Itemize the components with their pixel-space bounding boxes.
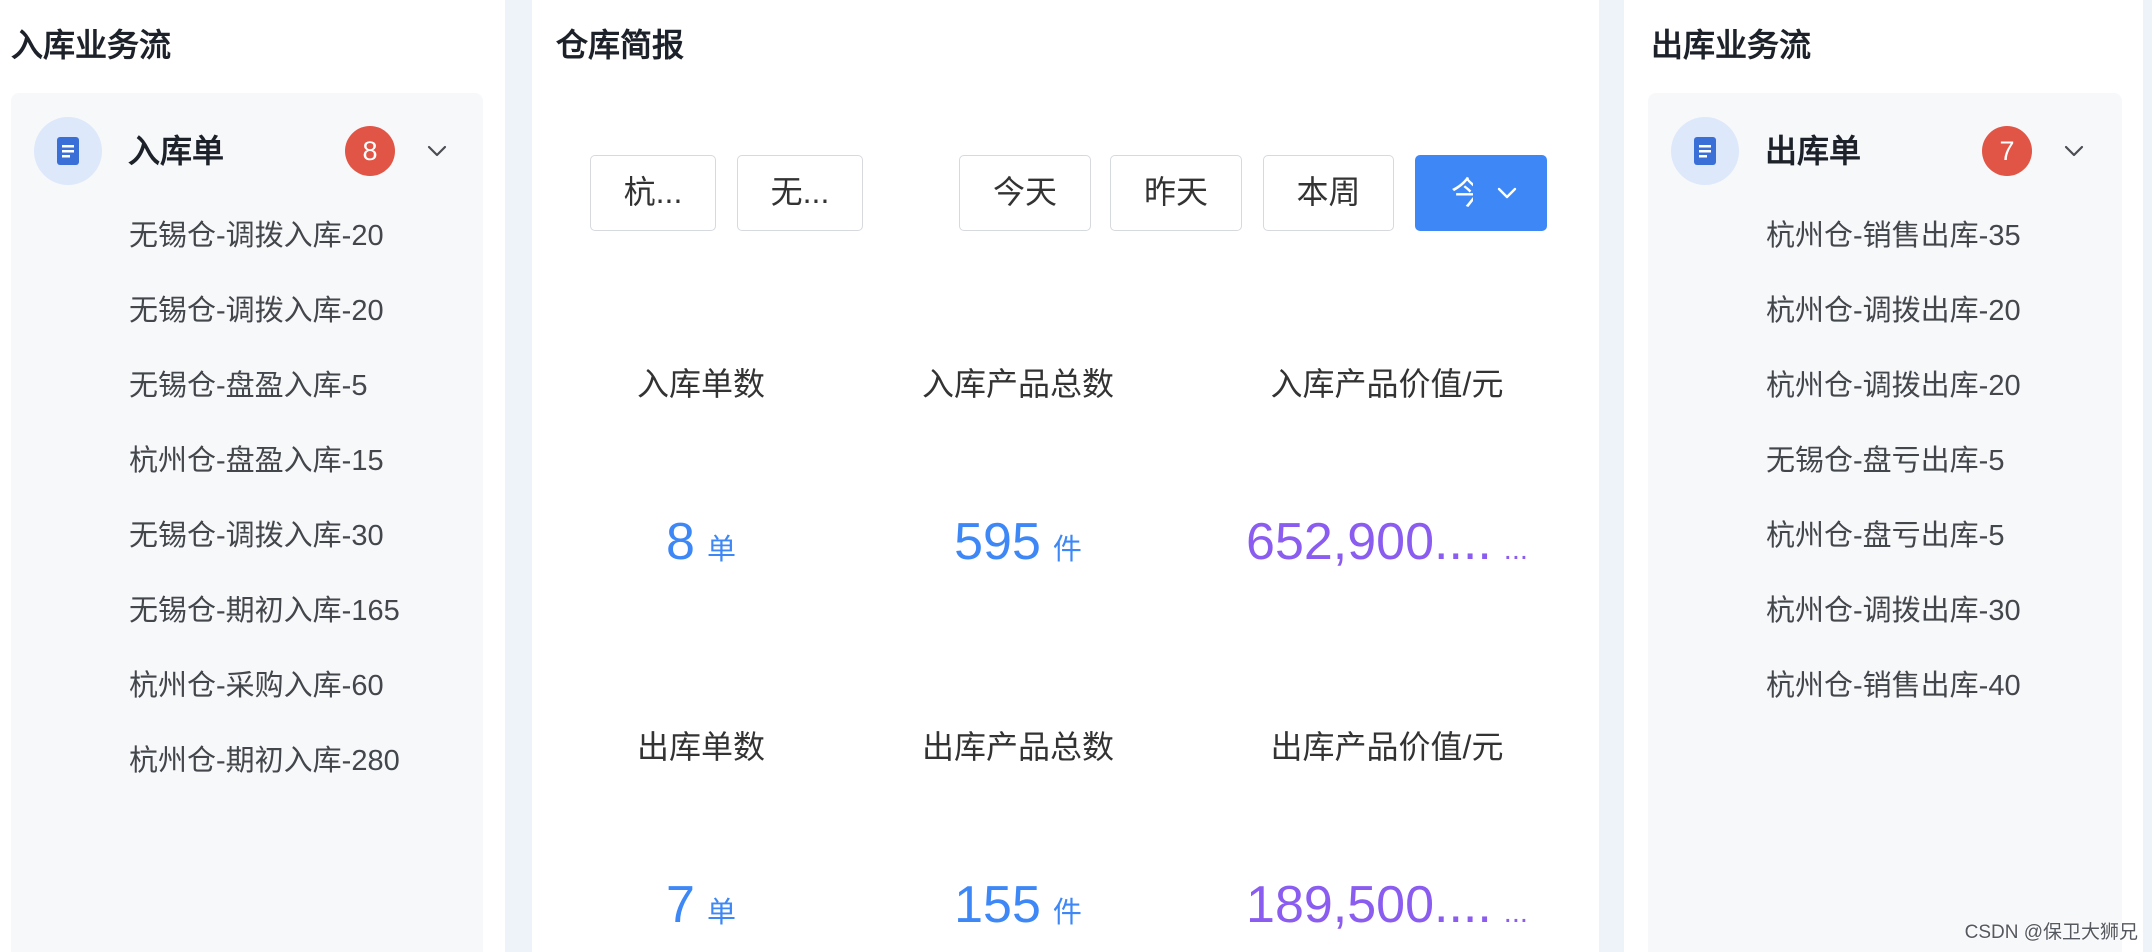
stat-unit: 单 xyxy=(706,897,736,929)
warehouse-summary-title: 仓库简报 xyxy=(556,27,685,63)
stat-label: 出库产品价值/元 xyxy=(1270,729,1504,765)
outbound-order-item[interactable]: 杭州仓-调拨出库-20 xyxy=(1766,349,2021,424)
stat-number: 595 xyxy=(954,513,1041,571)
document-icon xyxy=(34,117,102,185)
stat-label: 入库产品价值/元 xyxy=(1270,366,1504,402)
stat-label: 入库产品总数 xyxy=(921,366,1114,402)
stat-inbound-product-total: 入库产品总数 595 件 xyxy=(858,364,1178,577)
inbound-flow-panel: 入库业务流 入库单 8 无锡仓-调拨入库-20 无锡仓-调拨入库-20 无锡仓-… xyxy=(0,0,505,952)
date-range-select[interactable]: 今 xyxy=(1415,155,1547,231)
stat-inbound-product-value: 入库产品价值/元 652,900....... xyxy=(1227,364,1547,577)
chevron-down-icon xyxy=(1495,181,1519,205)
inbound-order-card: 入库单 8 无锡仓-调拨入库-20 无锡仓-调拨入库-20 无锡仓-盘盈入库-5… xyxy=(11,93,483,952)
outbound-order-item[interactable]: 杭州仓-盘亏出库-5 xyxy=(1766,499,2021,574)
outbound-order-item[interactable]: 杭州仓-调拨出库-30 xyxy=(1766,574,2021,649)
outbound-order-count-badge: 7 xyxy=(1982,126,2032,176)
inbound-order-item[interactable]: 无锡仓-调拨入库-20 xyxy=(129,199,400,274)
outbound-flow-title: 出库业务流 xyxy=(1651,27,1812,63)
stat-outbound-product-value: 出库产品价值/元 189,500....... xyxy=(1227,727,1547,940)
inbound-order-item[interactable]: 杭州仓-采购入库-60 xyxy=(129,649,400,724)
stat-value: 7单 xyxy=(541,870,861,940)
warehouse-filter-hangzhou[interactable]: 杭... xyxy=(590,155,716,231)
outbound-order-list: 杭州仓-销售出库-35 杭州仓-调拨出库-20 杭州仓-调拨出库-20 无锡仓-… xyxy=(1766,199,2021,724)
document-icon xyxy=(1671,117,1739,185)
inbound-order-item[interactable]: 无锡仓-调拨入库-20 xyxy=(129,274,400,349)
date-filter-yesterday[interactable]: 昨天 xyxy=(1110,155,1242,231)
stat-label: 出库产品总数 xyxy=(921,729,1114,765)
stat-value: 155 件 xyxy=(858,870,1178,940)
stat-unit: 件 xyxy=(1052,897,1082,929)
stat-unit: ... xyxy=(1503,897,1528,929)
stat-value: 8单 xyxy=(541,507,861,577)
inbound-order-item[interactable]: 无锡仓-盘盈入库-5 xyxy=(129,349,400,424)
date-range-select-value: 今 xyxy=(1451,175,1473,211)
inbound-order-item[interactable]: 杭州仓-期初入库-280 xyxy=(129,724,400,799)
stat-label: 出库单数 xyxy=(636,729,765,765)
stat-number: 8 xyxy=(666,513,695,571)
stat-number: 155 xyxy=(954,876,1041,934)
stat-number: 189,500.... xyxy=(1246,876,1492,934)
stat-outbound-product-total: 出库产品总数 155 件 xyxy=(858,727,1178,940)
stat-value: 189,500....... xyxy=(1227,870,1547,940)
watermark: CSDN @保卫大狮兄 xyxy=(1964,922,2138,943)
chevron-down-icon[interactable] xyxy=(425,139,449,163)
stat-unit: 单 xyxy=(706,534,736,566)
stat-label: 入库单数 xyxy=(636,366,765,402)
inbound-order-item[interactable]: 无锡仓-调拨入库-30 xyxy=(129,499,400,574)
date-filter-this-week[interactable]: 本周 xyxy=(1263,155,1394,231)
stat-unit: 件 xyxy=(1052,534,1082,566)
date-filter-today[interactable]: 今天 xyxy=(959,155,1091,231)
stat-value: 595 件 xyxy=(858,507,1178,577)
inbound-order-label: 入库单 xyxy=(128,133,225,169)
inbound-order-count-badge: 8 xyxy=(345,126,395,176)
outbound-order-item[interactable]: 无锡仓-盘亏出库-5 xyxy=(1766,424,2021,499)
outbound-order-item[interactable]: 杭州仓-调拨出库-20 xyxy=(1766,274,2021,349)
warehouse-summary-panel: 仓库简报 杭... 无... 今天 昨天 本周 今 入库单数 8单 入库产品总数… xyxy=(532,0,1599,952)
chevron-down-icon[interactable] xyxy=(2062,139,2086,163)
outbound-flow-panel: 出库业务流 出库单 7 杭州仓-销售出库-35 杭州仓-调拨出库-20 杭州仓-… xyxy=(1624,0,2143,952)
inbound-order-item[interactable]: 杭州仓-盘盈入库-15 xyxy=(129,424,400,499)
stat-value: 652,900....... xyxy=(1227,507,1547,577)
stat-inbound-order-count: 入库单数 8单 xyxy=(541,364,861,577)
inbound-order-group-header[interactable]: 入库单 8 xyxy=(11,117,483,185)
outbound-order-label: 出库单 xyxy=(1765,133,1862,169)
inbound-flow-title: 入库业务流 xyxy=(11,27,172,63)
outbound-order-item[interactable]: 杭州仓-销售出库-35 xyxy=(1766,199,2021,274)
stat-number: 652,900.... xyxy=(1246,513,1492,571)
inbound-order-list: 无锡仓-调拨入库-20 无锡仓-调拨入库-20 无锡仓-盘盈入库-5 杭州仓-盘… xyxy=(129,199,400,799)
stat-number: 7 xyxy=(666,876,695,934)
warehouse-filter-wuxi[interactable]: 无... xyxy=(737,155,863,231)
outbound-order-group-header[interactable]: 出库单 7 xyxy=(1648,117,2122,185)
outbound-order-card: 出库单 7 杭州仓-销售出库-35 杭州仓-调拨出库-20 杭州仓-调拨出库-2… xyxy=(1648,93,2122,952)
stat-outbound-order-count: 出库单数 7单 xyxy=(541,727,861,940)
outbound-order-item[interactable]: 杭州仓-销售出库-40 xyxy=(1766,649,2021,724)
stat-unit: ... xyxy=(1503,534,1528,566)
inbound-order-item[interactable]: 无锡仓-期初入库-165 xyxy=(129,574,400,649)
